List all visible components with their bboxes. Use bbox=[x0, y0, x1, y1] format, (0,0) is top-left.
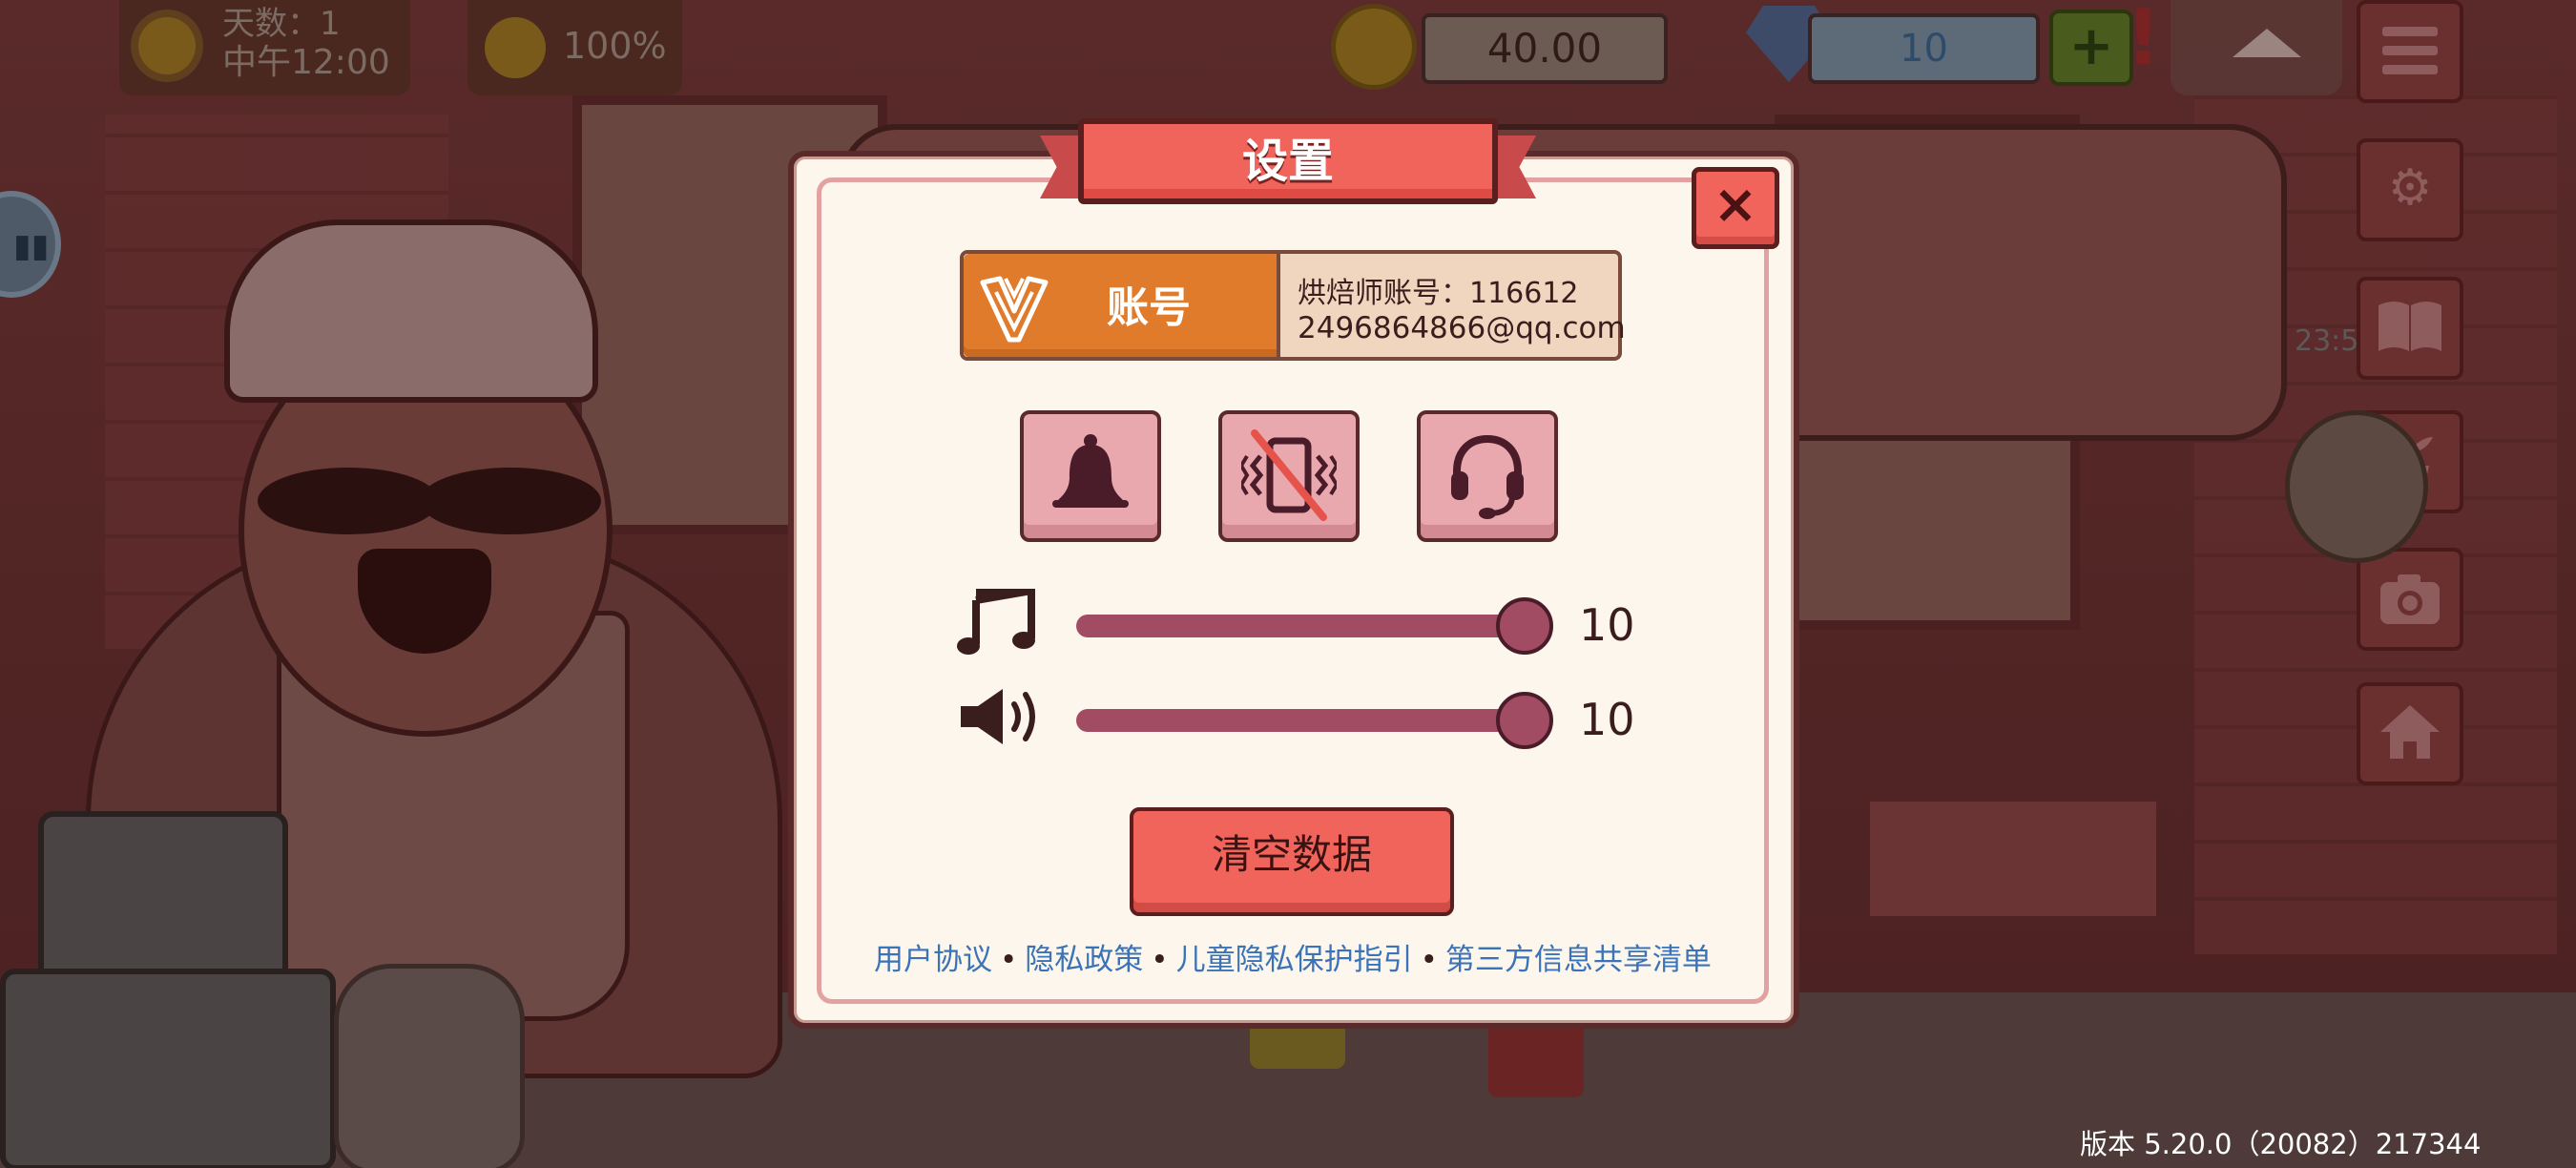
link-separator: • bbox=[1420, 943, 1438, 977]
home-icon bbox=[2380, 705, 2440, 759]
alert-icon: ! bbox=[2126, 0, 2161, 82]
version-label: 版本 5.20.0（20082）217344 bbox=[2080, 1128, 2482, 1160]
clear-data-button[interactable]: 清空数据 bbox=[1130, 807, 1454, 916]
coin-icon bbox=[1331, 4, 1417, 90]
gem-balance: 10 bbox=[1808, 13, 2040, 84]
music-note-icon bbox=[957, 589, 1035, 655]
day-counter: 天数：1 bbox=[222, 5, 341, 43]
dialog-title: 设置 bbox=[1241, 135, 1334, 188]
chef-mustache-right bbox=[420, 468, 601, 534]
notification-toggle[interactable] bbox=[1020, 410, 1161, 542]
account-button[interactable]: 账号 bbox=[964, 254, 1280, 357]
vibrate-off-icon bbox=[1241, 429, 1337, 521]
time-of-day: 中午12:00 bbox=[222, 43, 390, 82]
recipe-book-button[interactable] bbox=[2357, 277, 2463, 380]
home-button[interactable] bbox=[2357, 682, 2463, 785]
sound-volume-knob[interactable] bbox=[1496, 692, 1553, 749]
menu-button[interactable] bbox=[2357, 0, 2463, 103]
link-separator: • bbox=[1151, 943, 1169, 977]
mood-panel: 100% bbox=[467, 0, 682, 95]
book-icon bbox=[2379, 302, 2441, 351]
legal-links: 用户协议 • 隐私政策 • 儿童隐私保护指引 • 第三方信息共享清单 bbox=[874, 935, 1712, 977]
add-gems-button[interactable]: + bbox=[2049, 10, 2133, 86]
bake-timer: 23:5 bbox=[2295, 324, 2359, 358]
menu-icon bbox=[2382, 27, 2438, 74]
ribbon-banner: 设置 bbox=[1078, 118, 1498, 204]
privacy-policy-link[interactable]: 隐私政策 bbox=[1025, 943, 1143, 977]
sound-volume-track[interactable] bbox=[1076, 709, 1549, 732]
tip-jar[interactable] bbox=[2285, 410, 2428, 563]
sun-icon bbox=[138, 17, 196, 74]
child-privacy-link[interactable]: 儿童隐私保护指引 bbox=[1176, 943, 1413, 977]
headset-icon bbox=[1451, 434, 1524, 519]
user-agreement-link[interactable]: 用户协议 bbox=[874, 943, 992, 977]
chevron-up-icon bbox=[2233, 29, 2301, 57]
account-email: 2496864866@qq.com bbox=[1298, 311, 1626, 345]
speaker-icon bbox=[961, 689, 1035, 744]
chef-hat bbox=[224, 219, 598, 403]
camera-icon bbox=[2380, 574, 2440, 624]
smile-face-icon bbox=[485, 17, 546, 78]
collapse-hud-button[interactable] bbox=[2171, 0, 2342, 95]
chef-mustache-left bbox=[258, 468, 439, 534]
baker-account-id: 烘焙师账号：116612 bbox=[1298, 277, 1579, 310]
settings-button[interactable]: ⚙ bbox=[2357, 138, 2463, 241]
account-logo-icon bbox=[980, 276, 1049, 343]
close-icon: × bbox=[1713, 174, 1758, 236]
sound-volume-value: 10 bbox=[1579, 694, 1635, 745]
mood-percent: 100% bbox=[563, 25, 667, 67]
register-keyboard bbox=[0, 969, 336, 1168]
gear-icon: ⚙ bbox=[2387, 159, 2433, 217]
music-volume-track[interactable] bbox=[1076, 615, 1549, 637]
close-button[interactable]: × bbox=[1692, 167, 1779, 249]
dialog-title-ribbon: 设置 bbox=[1040, 118, 1536, 214]
music-volume-value: 10 bbox=[1579, 599, 1635, 651]
day-time-panel: 天数：1 中午12:00 bbox=[119, 0, 410, 95]
chat-dots-icon: ▮▮ bbox=[13, 227, 50, 265]
clear-data-label: 清空数据 bbox=[1211, 831, 1372, 878]
account-button-label: 账号 bbox=[1107, 283, 1191, 332]
floor-tile bbox=[1870, 802, 2156, 916]
bell-icon bbox=[1052, 434, 1129, 508]
customer-service-toggle[interactable] bbox=[1417, 410, 1558, 542]
account-info-box: 账号 烘焙师账号：116612 2496864866@qq.com bbox=[960, 250, 1626, 361]
vibration-toggle[interactable] bbox=[1218, 410, 1360, 542]
coin-balance: 40.00 bbox=[1422, 13, 1668, 84]
camera-button[interactable] bbox=[2357, 548, 2463, 651]
glass-jar bbox=[334, 964, 525, 1168]
link-separator: • bbox=[1000, 943, 1018, 977]
third-party-sharing-link[interactable]: 第三方信息共享清单 bbox=[1445, 943, 1712, 977]
music-volume-knob[interactable] bbox=[1496, 597, 1553, 655]
